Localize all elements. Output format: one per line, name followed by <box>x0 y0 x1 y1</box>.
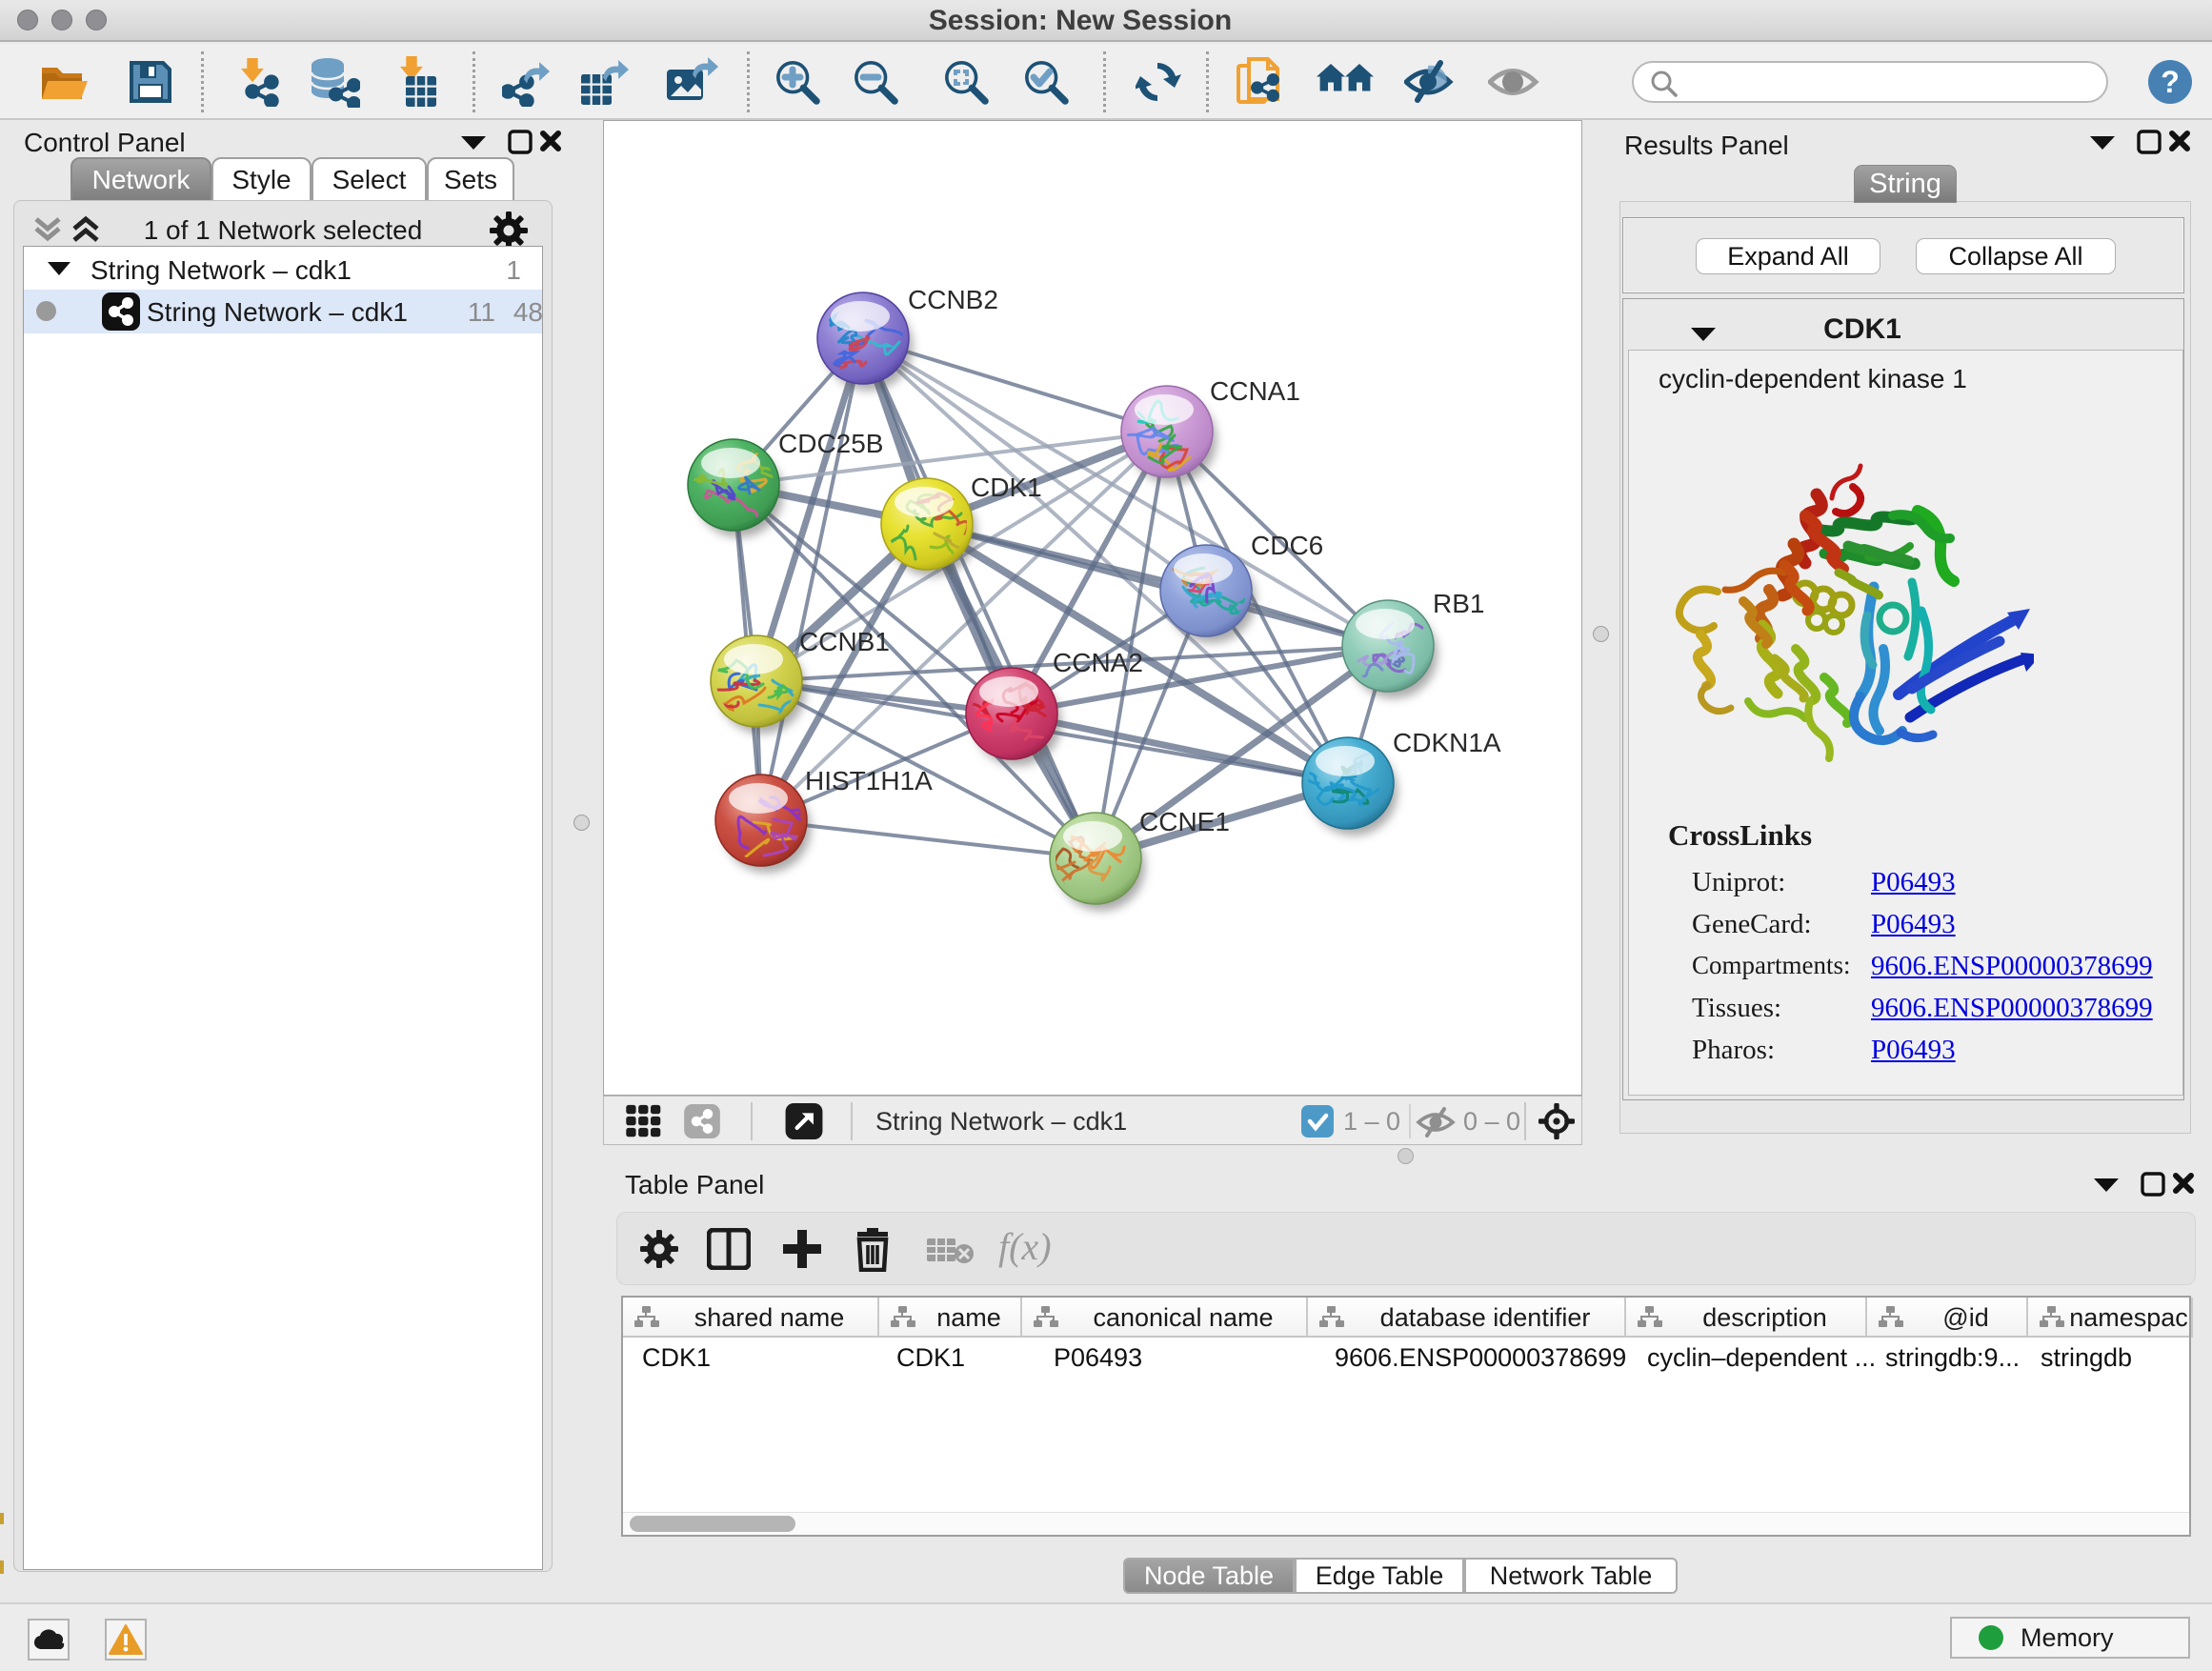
svg-text:RB1: RB1 <box>1433 589 1484 618</box>
svg-text:CDKN1A: CDKN1A <box>1393 728 1501 757</box>
svg-text:?: ? <box>2161 65 2180 99</box>
svg-text:CCNE1: CCNE1 <box>1139 807 1230 836</box>
svg-text:CDC6: CDC6 <box>1251 531 1323 560</box>
svg-text:CCNA2: CCNA2 <box>1053 648 1143 677</box>
svg-text:CCNB1: CCNB1 <box>799 627 890 656</box>
svg-text:HIST1H1A: HIST1H1A <box>805 766 933 795</box>
svg-text:CCNA1: CCNA1 <box>1210 376 1300 406</box>
svg-text:CDK1: CDK1 <box>971 473 1042 502</box>
svg-text:CDC25B: CDC25B <box>778 429 883 458</box>
svg-text:CCNB2: CCNB2 <box>908 285 998 314</box>
